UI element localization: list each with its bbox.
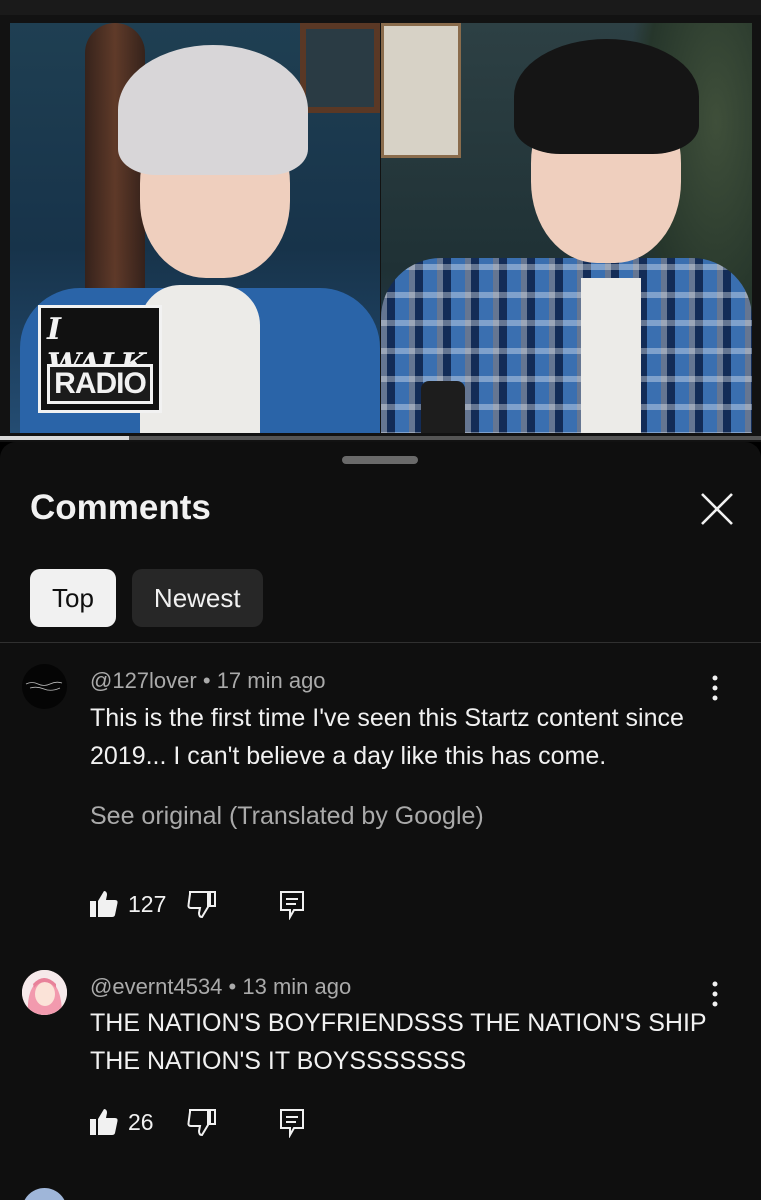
meta-separator: • xyxy=(228,974,243,999)
avatar-anime-icon xyxy=(22,970,67,1015)
divider xyxy=(0,642,761,643)
like-count: 26 xyxy=(128,1108,154,1135)
comments-title: Comments xyxy=(30,488,211,527)
comment-text: This is the first time I've seen this St… xyxy=(90,704,684,770)
comment-author[interactable]: @127lover xyxy=(90,668,197,693)
avatar-scribble-icon xyxy=(25,681,63,691)
video-progress-bar[interactable] xyxy=(0,436,761,440)
avatar[interactable] xyxy=(22,664,67,709)
comment-actions: 127 xyxy=(88,884,308,924)
status-bar xyxy=(0,0,761,15)
video-frame-left: I WALK RADIO xyxy=(10,23,380,433)
iwalk-radio-logo: I WALK RADIO xyxy=(38,305,162,413)
thumbs-down-icon[interactable] xyxy=(186,888,218,920)
see-original-link[interactable]: See original (Translated by Google) xyxy=(90,802,484,831)
like-count: 127 xyxy=(128,890,167,917)
thumbs-up-icon[interactable] xyxy=(88,888,120,920)
microphone xyxy=(421,381,465,433)
person-right-hair xyxy=(514,39,699,154)
thumbs-up-icon[interactable] xyxy=(88,1106,120,1138)
person-right-tee xyxy=(581,278,641,433)
drag-handle[interactable] xyxy=(342,456,418,464)
video-progress-fill xyxy=(0,436,130,440)
comment-actions: 26 xyxy=(88,1102,308,1142)
reply-icon[interactable] xyxy=(276,1106,308,1138)
tab-newest[interactable]: Newest xyxy=(131,569,263,627)
reply-icon[interactable] xyxy=(276,888,308,920)
comment-meta: @127lover • 17 min ago xyxy=(90,668,326,694)
wall-picture xyxy=(300,23,380,113)
comment-author[interactable]: @evernt4534 xyxy=(90,974,222,999)
wall-poster xyxy=(381,23,461,158)
avatar[interactable] xyxy=(22,970,67,1015)
thumbs-down-icon[interactable] xyxy=(186,1106,218,1138)
comment-text: THE NATION'S BOYFRIENDSSS THE NATION'S S… xyxy=(90,1009,707,1075)
tab-top[interactable]: Top xyxy=(30,569,116,627)
comment-time: 17 min ago xyxy=(216,668,326,693)
video-player[interactable]: I WALK RADIO xyxy=(0,15,761,442)
sort-tabs: Top Newest xyxy=(30,569,263,627)
meta-separator: • xyxy=(202,668,217,693)
video-frame-right xyxy=(381,23,752,433)
person-left-hair xyxy=(118,45,308,175)
logo-bottom-text: RADIO xyxy=(47,364,153,404)
lamp-decor xyxy=(85,23,145,323)
comment-time: 13 min ago xyxy=(242,974,352,999)
close-icon[interactable] xyxy=(692,486,740,534)
comment-meta: @evernt4534 • 13 min ago xyxy=(90,974,351,1000)
